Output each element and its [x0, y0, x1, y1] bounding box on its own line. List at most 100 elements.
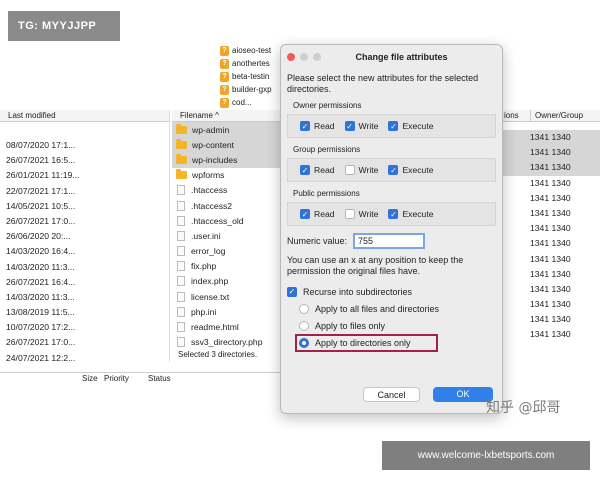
table-row[interactable]: 14/03/2020 16:4... — [0, 244, 169, 259]
column-header-permissions[interactable]: ions — [500, 110, 530, 121]
table-row[interactable]: 26/07/2021 16:4... — [0, 275, 169, 290]
table-row[interactable]: 1341 1340 — [500, 267, 600, 282]
file-name: anothertes — [232, 59, 270, 68]
table-row[interactable]: 1341 1340 — [500, 130, 600, 146]
numeric-hint-text: You can use an x at any position to keep… — [287, 255, 464, 276]
apply-option-radio[interactable]: Apply to directories only — [295, 334, 438, 352]
read-label: Read — [314, 121, 335, 131]
table-row[interactable]: 1341 1340 — [500, 236, 600, 251]
table-row[interactable]: 1341 1340 — [500, 176, 600, 191]
execute-checkbox[interactable]: ✓ Execute — [388, 209, 434, 219]
read-label: Read — [314, 209, 335, 219]
radio-selected-icon[interactable] — [299, 338, 309, 348]
table-row[interactable]: 14/05/2021 10:5... — [0, 199, 169, 214]
read-checkbox[interactable]: ✓ Read — [300, 165, 335, 175]
checkmark-icon[interactable]: ✓ — [300, 165, 310, 175]
table-row[interactable]: fix.php — [172, 259, 282, 274]
table-row[interactable]: wpforms — [172, 168, 282, 183]
execute-checkbox[interactable]: ✓ Execute — [388, 121, 434, 131]
read-checkbox[interactable]: ✓ Read — [300, 121, 335, 131]
queue-col-size[interactable]: Size — [82, 373, 98, 385]
queue-col-priority[interactable]: Priority — [104, 373, 129, 385]
empty-checkbox-icon[interactable] — [344, 209, 355, 219]
table-row[interactable]: 1341 1340 — [500, 160, 600, 176]
table-row[interactable]: .htaccess — [172, 183, 282, 198]
checkmark-icon[interactable]: ✓ — [300, 121, 310, 131]
cancel-button[interactable]: Cancel — [363, 387, 420, 402]
checkmark-icon[interactable]: ✓ — [300, 209, 310, 219]
table-row[interactable]: .user.ini — [172, 228, 282, 243]
table-row[interactable]: error_log — [172, 244, 282, 259]
table-row[interactable]: 1341 1340 — [500, 221, 600, 236]
radio-empty-icon[interactable] — [299, 320, 309, 331]
table-row[interactable]: 1341 1340 — [500, 282, 600, 297]
table-row[interactable]: 10/07/2020 17:2... — [0, 320, 169, 335]
checkmark-icon[interactable]: ✓ — [388, 121, 399, 131]
file-name: wpforms — [192, 170, 225, 181]
radio-empty-icon[interactable] — [299, 303, 309, 314]
close-window-icon[interactable] — [287, 53, 295, 61]
table-row[interactable]: 26/06/2020 20:... — [0, 229, 169, 244]
column-header-filename[interactable]: Filename ^ — [172, 110, 282, 122]
table-row[interactable]: .htaccess_old — [172, 213, 282, 228]
checkmark-icon[interactable]: ✓ — [388, 165, 399, 175]
write-checkbox[interactable]: Write — [344, 209, 378, 219]
table-row[interactable]: php.ini — [172, 304, 282, 319]
minimize-window-icon — [300, 53, 308, 61]
table-row[interactable]: 26/07/2021 17:0... — [0, 335, 169, 350]
table-row[interactable]: 26/01/2021 11:19... — [0, 168, 169, 183]
permission-checkbox-row: ✓ Read Write ✓ Execute — [287, 158, 496, 182]
table-row[interactable]: 1341 1340 — [500, 252, 600, 267]
checkmark-icon[interactable]: ✓ — [388, 209, 399, 219]
table-row[interactable]: 1341 1340 — [500, 206, 600, 221]
table-row[interactable]: 14/03/2020 11:3... — [0, 290, 169, 305]
table-row[interactable]: 1341 1340 — [500, 297, 600, 312]
table-row[interactable]: 1341 1340 — [500, 191, 600, 206]
table-row[interactable]: index.php — [172, 274, 282, 289]
file-icon — [177, 200, 185, 211]
table-row[interactable]: ssv3_directory.php — [172, 335, 282, 350]
change-file-attributes-dialog: Change file attributes Please select the… — [280, 44, 503, 414]
table-row[interactable]: 1341 1340 — [500, 145, 600, 161]
dialog-titlebar[interactable]: Change file attributes — [281, 45, 502, 69]
table-row[interactable]: 26/07/2021 16:5... — [0, 153, 169, 168]
table-row[interactable]: 22/07/2021 17:1... — [0, 184, 169, 199]
table-row[interactable]: wp-admin — [172, 122, 282, 138]
apply-option-radio[interactable]: Apply to all files and directories — [287, 300, 496, 317]
execute-checkbox[interactable]: ✓ Execute — [388, 165, 434, 175]
numeric-value-input[interactable]: 755 — [353, 233, 426, 249]
apply-option-radio[interactable]: Apply to files only — [287, 317, 496, 334]
unknown-file-icon: ? — [220, 84, 229, 95]
table-row[interactable]: wp-content — [172, 137, 282, 153]
empty-checkbox-icon[interactable] — [344, 165, 355, 175]
file-icon — [177, 215, 185, 226]
permission-group: Group permissions ✓ Read Write ✓ Execute — [287, 145, 496, 182]
write-checkbox[interactable]: ✓ Write — [344, 121, 378, 131]
ok-button[interactable]: OK — [433, 387, 493, 402]
file-icon — [177, 322, 185, 333]
table-row[interactable]: 1341 1340 — [500, 312, 600, 327]
table-row[interactable]: 14/03/2020 11:3... — [0, 260, 169, 275]
table-row[interactable]: readme.html — [172, 319, 282, 334]
column-header-last-modified[interactable]: Last modified — [0, 110, 169, 122]
apply-options-group: Apply to all files and directories Apply … — [287, 300, 496, 352]
table-row[interactable]: 08/07/2020 17:1... — [0, 138, 169, 153]
table-row[interactable]: 1341 1340 — [500, 327, 600, 342]
write-checkbox[interactable]: Write — [344, 165, 378, 175]
checkmark-icon[interactable]: ✓ — [287, 286, 297, 297]
table-row[interactable]: license.txt — [172, 289, 282, 304]
dialog-intro-text: Please select the new attributes for the… — [287, 73, 479, 94]
recurse-subdirectories-checkbox[interactable]: ✓ Recurse into subdirectories — [287, 283, 496, 300]
sort-ascending-icon: ^ — [215, 111, 219, 120]
queue-col-status[interactable]: Status — [148, 373, 171, 385]
table-row[interactable]: 13/08/2019 11:5... — [0, 305, 169, 320]
table-row[interactable]: 26/07/2021 17:0... — [0, 214, 169, 229]
table-row[interactable]: .htaccess2 — [172, 198, 282, 213]
read-checkbox[interactable]: ✓ Read — [300, 209, 335, 219]
column-header-owner-group[interactable]: Owner/Group — [530, 110, 583, 121]
table-row[interactable]: 24/07/2021 12:2... — [0, 351, 169, 366]
file-icon — [177, 230, 185, 241]
file-icon — [177, 276, 185, 287]
table-row[interactable]: wp-includes — [172, 152, 282, 168]
checkmark-icon[interactable]: ✓ — [344, 121, 355, 131]
